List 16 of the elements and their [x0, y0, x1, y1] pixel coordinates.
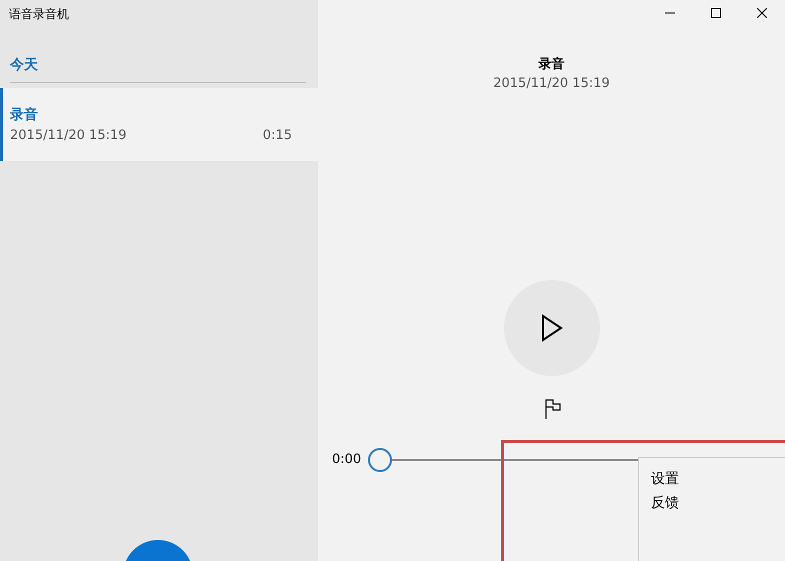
window-title: 语音录音机	[8, 6, 70, 23]
recording-date: 2015/11/20 15:19	[493, 76, 610, 91]
recording-title: 录音	[538, 56, 564, 73]
recording-date: 2015/11/20 15:19	[10, 128, 127, 143]
recording-name: 录音	[10, 106, 38, 124]
close-icon	[757, 8, 767, 18]
menu-item[interactable]: 设置	[651, 470, 679, 488]
menu-item[interactable]: 反馈	[651, 494, 679, 512]
flag-icon[interactable]	[544, 399, 562, 419]
maximize-icon	[711, 8, 721, 18]
group-header: 今天	[10, 56, 306, 83]
play-icon	[540, 314, 562, 342]
seek-thumb[interactable]	[368, 448, 392, 472]
position-time: 0:00	[332, 452, 362, 467]
recording-duration: 0:15	[262, 128, 292, 143]
recording-item[interactable]: 录音 2015/11/20 15:19 0:15	[0, 88, 318, 161]
